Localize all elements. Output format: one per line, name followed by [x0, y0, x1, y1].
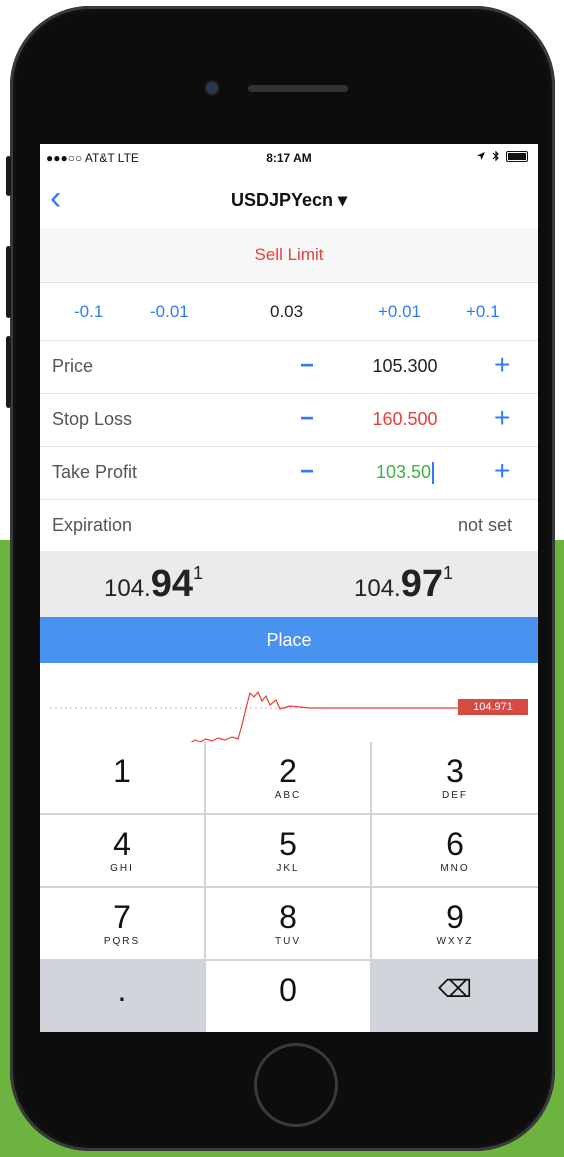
bluetooth-icon — [492, 150, 499, 162]
volume-minus-small-button[interactable]: -0.01 — [150, 302, 189, 322]
numeric-keypad: 1 2 ABC 3 DEF 4 GHI 5 JKL 6 MNO 7 PQRS 8 TUV 9W… — [40, 742, 538, 1032]
key-2[interactable]: 2 ABC — [206, 742, 370, 813]
order-type-selector[interactable]: Sell Limit — [40, 228, 538, 283]
take-profit-value: 103.50 — [375, 462, 432, 482]
price-input[interactable]: 105.300 — [340, 356, 470, 377]
status-bar: ●●●○○ AT&T LTE 8:17 AM — [40, 144, 538, 170]
volume-up-button — [6, 246, 11, 318]
last-price-tag: 104.971 — [458, 699, 528, 715]
key-5[interactable]: 5 JKL — [206, 815, 370, 886]
key-digit: 9 — [446, 899, 464, 935]
key-digit: 5 — [279, 826, 297, 862]
ask-price-fraction: 1 — [443, 563, 454, 583]
volume-value[interactable]: 0.03 — [270, 302, 303, 322]
key-0[interactable]: 0 — [206, 961, 370, 1032]
location-icon — [477, 152, 485, 160]
take-profit-row: Take Profit − 103.50 + — [40, 446, 538, 500]
key-digit: 0 — [279, 972, 297, 1008]
stop-loss-increase-button[interactable]: + — [494, 402, 510, 434]
key-digit: 7 — [113, 899, 131, 935]
key-letters: WXYZ — [436, 936, 474, 947]
take-profit-label: Take Profit — [52, 462, 138, 482]
key-4[interactable]: 4 GHI — [40, 815, 204, 886]
key-digit: 6 — [446, 826, 464, 862]
bid-price: 104.941 — [104, 563, 203, 606]
volume-down-button — [6, 336, 11, 408]
backspace-icon: ⌫ — [438, 976, 472, 1003]
volume-plus-small-button[interactable]: +0.01 — [378, 302, 421, 322]
app-screen: ●●●○○ AT&T LTE 8:17 AM ‹ USDJPYecn ▾ Sel… — [40, 144, 538, 1032]
key-digit: 1 — [113, 753, 131, 789]
key-3[interactable]: 3 DEF — [372, 742, 538, 813]
expiration-label: Expiration — [52, 515, 133, 535]
take-profit-input[interactable]: 103.50 — [340, 462, 470, 485]
text-caret — [432, 462, 435, 485]
bid-price-lead: 104. — [104, 575, 151, 602]
key-letters: JKL — [276, 863, 300, 874]
ask-price-pips: 97 — [400, 563, 443, 605]
key-letters: GHI — [110, 863, 134, 874]
key-decimal[interactable]: . — [40, 961, 204, 1032]
stop-loss-label: Stop Loss — [52, 409, 133, 429]
quote-panel: 104.941 104.971 — [40, 551, 538, 617]
take-profit-decrease-button[interactable]: − — [300, 458, 314, 486]
key-letters: TUV — [275, 936, 301, 947]
key-letters: MNO — [440, 863, 470, 874]
price-row: Price − 105.300 + — [40, 340, 538, 394]
battery-icon — [506, 150, 528, 162]
place-button[interactable]: Place — [40, 617, 538, 663]
mute-switch — [6, 156, 11, 196]
ask-price-lead: 104. — [354, 575, 401, 602]
bid-price-pips: 94 — [150, 563, 193, 605]
price-increase-button[interactable]: + — [494, 349, 510, 381]
earpiece-speaker — [248, 85, 348, 92]
key-backspace[interactable]: ⌫ — [372, 961, 538, 1032]
home-button[interactable] — [254, 1043, 338, 1127]
bid-price-fraction: 1 — [193, 563, 204, 583]
volume-stepper: -0.1 -0.01 0.03 +0.01 +0.1 — [40, 282, 538, 341]
volume-minus-big-button[interactable]: -0.1 — [74, 302, 103, 322]
front-camera — [206, 82, 218, 94]
key-8[interactable]: 8 TUV — [206, 888, 370, 959]
volume-plus-big-button[interactable]: +0.1 — [466, 302, 500, 322]
price-label: Price — [52, 356, 94, 376]
status-icons — [476, 150, 528, 162]
expiration-row[interactable]: Expiration not set — [40, 499, 538, 552]
nav-bar: ‹ USDJPYecn ▾ — [40, 170, 538, 228]
tick-chart: 104.971 — [40, 663, 538, 744]
price-decrease-button[interactable]: − — [300, 352, 314, 380]
key-digit: 4 — [113, 826, 131, 862]
key-9[interactable]: 9 WXYZ — [372, 888, 538, 959]
key-7[interactable]: 7 PQRS — [40, 888, 204, 959]
key-digit: 8 — [279, 899, 297, 935]
key-letters: DEF — [442, 790, 468, 801]
symbol-selector[interactable]: USDJPYecn ▾ — [40, 190, 538, 211]
clock: 8:17 AM — [266, 151, 312, 165]
stop-loss-input[interactable]: 160.500 — [340, 409, 470, 430]
stop-loss-decrease-button[interactable]: − — [300, 405, 314, 433]
key-letters: PQRS — [103, 936, 141, 947]
tick-price-line — [189, 690, 458, 744]
expiration-value: not set — [457, 515, 512, 535]
take-profit-increase-button[interactable]: + — [494, 455, 510, 487]
key-6[interactable]: 6 MNO — [372, 815, 538, 886]
key-1[interactable]: 1 — [40, 742, 204, 813]
key-digit: . — [117, 972, 127, 1008]
key-digit: 2 — [279, 753, 297, 789]
ask-price: 104.971 — [354, 563, 453, 606]
stop-loss-row: Stop Loss − 160.500 + — [40, 393, 538, 447]
key-digit: 3 — [446, 753, 464, 789]
key-letters: ABC — [274, 790, 302, 801]
